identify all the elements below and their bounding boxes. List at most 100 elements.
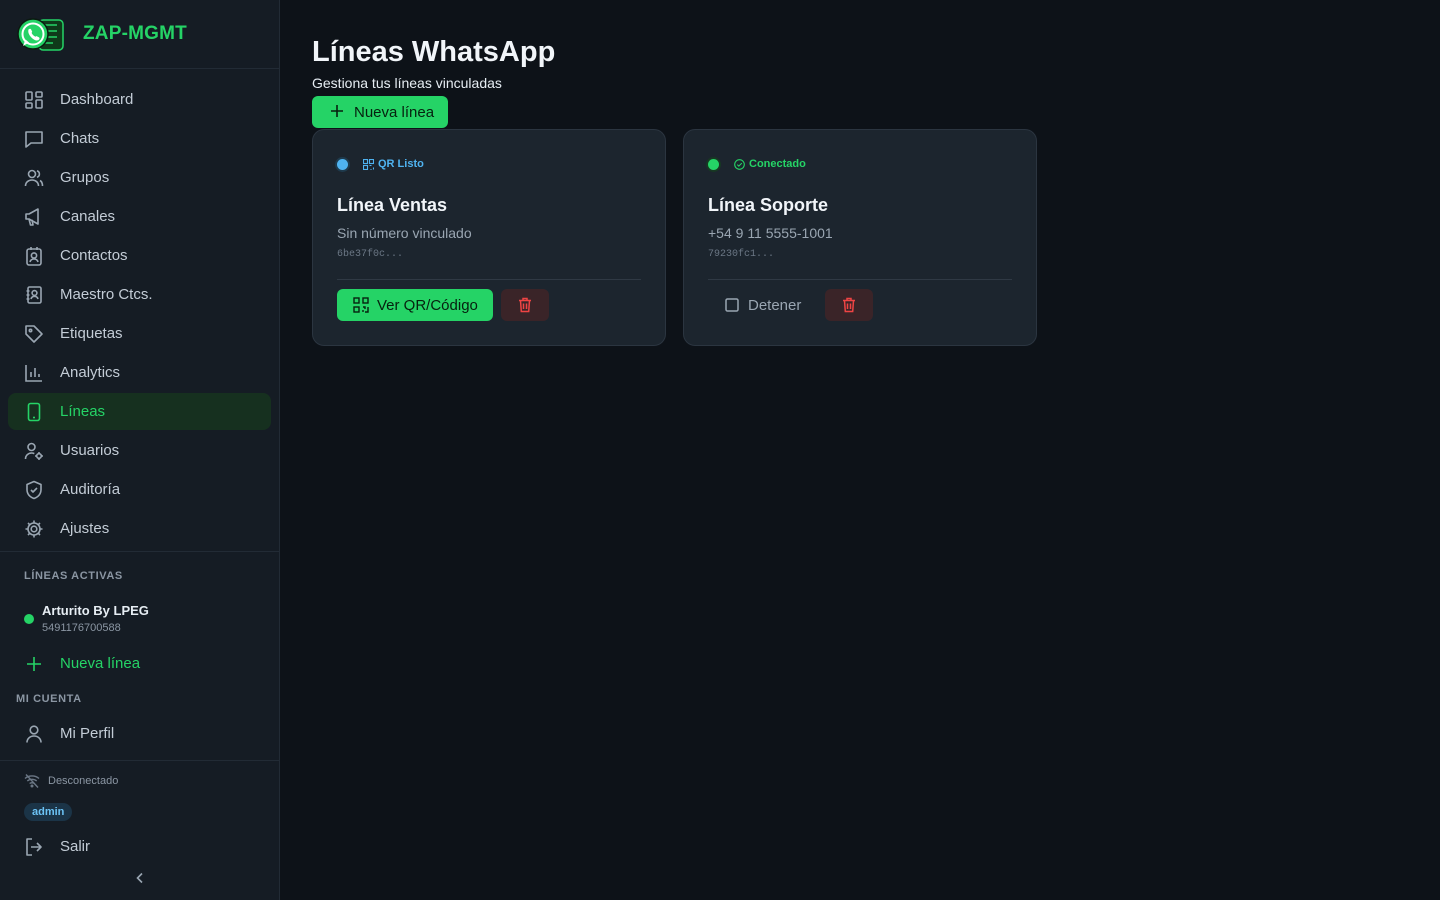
app-logo — [17, 17, 65, 51]
sidebar-item-label: Analytics — [60, 364, 121, 381]
sidebar-item-ajustes[interactable]: Ajustes — [8, 510, 271, 547]
bar-chart-icon — [24, 363, 44, 383]
delete-line-button[interactable] — [501, 289, 549, 321]
sidebar-item-auditoria[interactable]: Auditoría — [8, 471, 271, 508]
sidebar-item-chats[interactable]: Chats — [8, 120, 271, 157]
check-circle-icon — [734, 158, 745, 170]
line-name: Línea Ventas — [337, 195, 448, 215]
status-badge: QR Listo — [363, 158, 424, 170]
connection-status: Desconectado — [24, 773, 118, 789]
sidebar-item-label: Dashboard — [60, 91, 134, 108]
new-line-label: Nueva línea — [60, 655, 141, 672]
sidebar-item-label: Maestro Ctcs. — [60, 286, 153, 303]
sidebar-item-label: Etiquetas — [60, 325, 123, 342]
sidebar-item-lineas[interactable]: Líneas — [8, 393, 271, 430]
role-badge: admin — [24, 803, 73, 821]
logout-icon — [24, 837, 44, 857]
role-badge-wrap: admin — [24, 802, 73, 821]
sidebar-item-label: Canales — [60, 208, 116, 225]
stop-label: Detener — [748, 296, 802, 314]
card-divider — [337, 279, 641, 280]
line-id: 79230fc1... — [708, 249, 775, 260]
line-phone: Sin número vinculado — [337, 225, 472, 241]
sidebar-item-label: Ajustes — [60, 520, 110, 537]
line-name: Arturito By LPEG — [42, 603, 149, 618]
sidebar-item-label: Contactos — [60, 247, 128, 264]
trash-icon — [842, 297, 856, 313]
sidebar-item-maestro-ctcs[interactable]: Maestro Ctcs. — [8, 276, 271, 313]
chat-icon — [24, 129, 44, 149]
sidebar-item-analytics[interactable]: Analytics — [8, 354, 271, 391]
page-subtitle: Gestiona tus líneas vinculadas — [312, 75, 502, 91]
page-title: Líneas WhatsApp — [312, 36, 556, 68]
sidebar-item-grupos[interactable]: Grupos — [8, 159, 271, 196]
contact-book-icon — [24, 285, 44, 305]
app-title: ZAP-MGMT — [83, 23, 187, 44]
new-line-button[interactable]: Nueva línea — [312, 96, 448, 128]
user-icon — [24, 724, 44, 744]
sidebar-item-dashboard[interactable]: Dashboard — [8, 81, 271, 118]
profile-label: Mi Perfil — [60, 725, 115, 742]
contact-icon — [24, 246, 44, 266]
dashboard-icon — [24, 90, 44, 110]
sidebar-item-label: Grupos — [60, 169, 110, 186]
status-text: QR Listo — [378, 158, 424, 170]
status-row: QR Listo — [337, 158, 424, 170]
phone-icon — [24, 402, 44, 422]
stop-line-button[interactable]: Detener — [708, 289, 824, 321]
stop-icon — [725, 298, 739, 312]
sidebar-item-label: Auditoría — [60, 481, 121, 498]
status-dot — [708, 158, 719, 170]
new-line-button-label: Nueva línea — [354, 103, 435, 121]
wifi-off-icon — [24, 773, 40, 789]
sidebar-item-usuarios[interactable]: Usuarios — [8, 432, 271, 469]
account-section-label: MI CUENTA — [16, 693, 82, 705]
logout-button[interactable]: Salir — [8, 828, 272, 865]
megaphone-icon — [24, 207, 44, 227]
qr-icon — [363, 158, 374, 170]
line-phone: +54 9 11 5555-1001 — [708, 225, 833, 241]
sidebar-item-label: Chats — [60, 130, 100, 147]
view-qr-button[interactable]: Ver QR/Código — [337, 289, 493, 321]
shield-icon — [24, 480, 44, 500]
gear-icon — [24, 519, 44, 539]
line-name: Línea Soporte — [708, 195, 829, 215]
status-row: Conectado — [708, 158, 806, 170]
online-status-dot — [24, 614, 34, 624]
qr-code-icon — [353, 297, 369, 313]
connection-status-text: Desconectado — [48, 775, 119, 787]
line-card: Conectado Línea Soporte +54 9 11 5555-10… — [683, 129, 1037, 346]
tag-icon — [24, 324, 44, 344]
brand-header: ZAP-MGMT — [0, 0, 279, 69]
sidebar-item-label: Líneas — [60, 403, 106, 420]
sidebar-item-canales[interactable]: Canales — [8, 198, 271, 235]
line-id: 6be37f0c... — [337, 249, 404, 260]
plus-icon — [330, 102, 344, 122]
line-card: QR Listo Línea Ventas Sin número vincula… — [312, 129, 666, 346]
divider — [0, 760, 279, 761]
sidebar-item-etiquetas[interactable]: Etiquetas — [8, 315, 271, 352]
card-divider — [708, 279, 1012, 280]
plus-icon — [24, 656, 44, 672]
main-content: Líneas WhatsApp Gestiona tus líneas vinc… — [312, 36, 556, 128]
delete-line-button[interactable] — [825, 289, 873, 321]
divider — [0, 551, 279, 552]
active-line-item[interactable]: Arturito By LPEG 5491176700588 — [24, 603, 149, 634]
view-qr-label: Ver QR/Código — [377, 296, 478, 314]
status-dot — [337, 158, 348, 170]
line-number: 5491176700588 — [42, 622, 121, 634]
users-icon — [24, 168, 44, 188]
sidebar-item-mi-perfil[interactable]: Mi Perfil — [8, 715, 272, 752]
sidebar-item-contactos[interactable]: Contactos — [8, 237, 271, 274]
user-gear-icon — [24, 441, 44, 461]
sidebar-new-line-button[interactable]: Nueva línea — [24, 655, 140, 672]
chevron-left-icon — [135, 872, 145, 884]
logout-label: Salir — [60, 838, 91, 855]
active-lines-label: LÍNEAS ACTIVAS — [24, 570, 123, 582]
sidebar-item-label: Usuarios — [60, 442, 120, 459]
main-nav: Dashboard Chats Grupos Canales Contactos — [0, 69, 279, 547]
status-text: Conectado — [749, 158, 806, 170]
collapse-sidebar-button[interactable] — [132, 870, 148, 886]
trash-icon — [518, 297, 532, 313]
status-badge: Conectado — [734, 158, 806, 170]
